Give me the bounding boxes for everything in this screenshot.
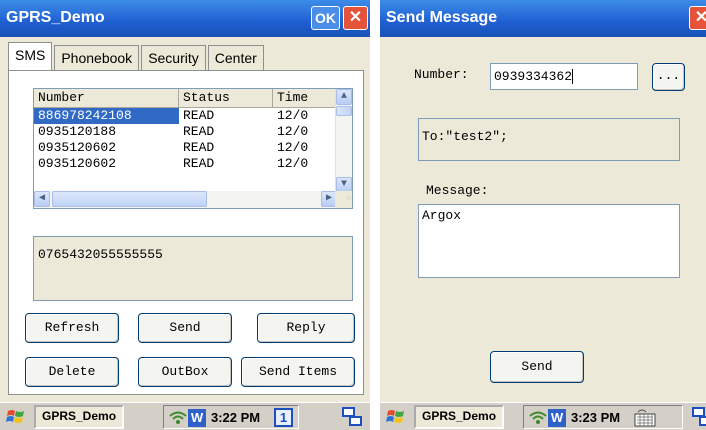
clock[interactable]: 3:23 PM: [571, 410, 620, 425]
cell-time: 12/0: [277, 156, 309, 171]
send-items-button[interactable]: Send Items: [241, 357, 355, 387]
cell-status: READ: [183, 124, 215, 139]
windows-flag-icon[interactable]: [386, 408, 406, 426]
vertical-scroll-thumb[interactable]: [336, 106, 352, 116]
list-header: Number Status Time: [34, 89, 337, 108]
cell-time: 12/0: [277, 108, 309, 123]
keyboard-icon[interactable]: [634, 408, 656, 427]
wifi-icon[interactable]: [529, 409, 547, 427]
clock[interactable]: 3:22 PM: [211, 410, 260, 425]
cell-status: READ: [183, 156, 215, 171]
scroll-left-icon[interactable]: ◀: [34, 191, 50, 207]
resize-grip-icon: ⁘: [335, 191, 352, 208]
recipient-field: To:"test2";: [418, 118, 680, 161]
title-bar: GPRS_Demo OK ✕: [0, 0, 370, 37]
horizontal-scrollbar[interactable]: ◀ ▶: [34, 191, 337, 208]
send-button[interactable]: Send: [490, 351, 584, 383]
horizontal-scroll-thumb[interactable]: [52, 191, 207, 207]
cell-status: READ: [183, 108, 215, 123]
taskbar: GPRS_Demo W 3:22 PM 1: [0, 402, 370, 430]
tab-security[interactable]: Security: [141, 45, 206, 71]
message-preview: 0765432055555555: [33, 236, 353, 301]
list-body: 886978242108 READ 12/0 0935120188 READ 1…: [34, 108, 337, 172]
sms-list[interactable]: Number Status Time 886978242108 READ 12/…: [33, 88, 353, 209]
desktop-switch-icon[interactable]: [342, 407, 364, 427]
table-row[interactable]: 0935120602 READ 12/0: [34, 140, 337, 156]
tab-center[interactable]: Center: [207, 45, 264, 71]
network-w-icon[interactable]: W: [188, 409, 206, 427]
cell-number: 886978242108: [34, 108, 179, 124]
sms-panel: Number Status Time 886978242108 READ 12/…: [8, 70, 364, 395]
refresh-button[interactable]: Refresh: [25, 313, 119, 343]
table-row[interactable]: 0935120602 READ 12/0: [34, 156, 337, 172]
column-status[interactable]: Status: [179, 89, 273, 108]
cell-status: READ: [183, 140, 215, 155]
close-button[interactable]: ✕: [689, 6, 706, 30]
taskbar-app-button[interactable]: GPRS_Demo: [34, 405, 125, 429]
scroll-up-icon[interactable]: ▲: [336, 89, 352, 105]
tab-phonebook[interactable]: Phonebook: [54, 45, 140, 71]
wifi-icon[interactable]: [169, 409, 187, 427]
system-tray: W 3:22 PM 1: [163, 405, 299, 429]
tab-strip: SMS Phonebook Security Center: [8, 42, 266, 71]
delete-button[interactable]: Delete: [25, 357, 119, 387]
browse-contacts-button[interactable]: ...: [652, 63, 685, 91]
tab-sms[interactable]: SMS: [8, 42, 53, 71]
table-row[interactable]: 0935120188 READ 12/0: [34, 124, 337, 140]
vertical-scrollbar[interactable]: ▲ ▼: [335, 89, 352, 193]
column-time[interactable]: Time: [273, 89, 337, 108]
windows-flag-icon[interactable]: [6, 408, 26, 426]
message-input[interactable]: Argox: [418, 204, 680, 278]
input-mode-indicator[interactable]: 1: [274, 408, 293, 427]
send-message-window: Send Message ✕ Number: 0939334362 ... To…: [380, 0, 706, 430]
window-title: GPRS_Demo: [6, 9, 105, 26]
number-field[interactable]: 0939334362: [490, 63, 638, 90]
cell-time: 12/0: [277, 124, 309, 139]
system-tray: W 3:23 PM: [523, 405, 683, 429]
title-bar: Send Message ✕: [380, 0, 706, 37]
desktop-switch-icon[interactable]: [692, 407, 706, 427]
taskbar-app-button[interactable]: GPRS_Demo: [414, 405, 505, 429]
text-cursor: [572, 69, 574, 85]
cell-number: 0935120188: [38, 124, 117, 139]
cell-time: 12/0: [277, 140, 309, 155]
number-value: 0939334362: [494, 69, 573, 84]
send-button[interactable]: Send: [138, 313, 232, 343]
reply-button[interactable]: Reply: [257, 313, 355, 343]
message-label: Message:: [426, 183, 489, 198]
outbox-button[interactable]: OutBox: [138, 357, 232, 387]
cell-number: 0935120602: [38, 156, 117, 171]
gprs-demo-window: GPRS_Demo OK ✕ SMS Phonebook Security Ce…: [0, 0, 370, 430]
close-button[interactable]: ✕: [343, 6, 368, 30]
network-w-icon[interactable]: W: [548, 409, 566, 427]
column-number[interactable]: Number: [34, 89, 179, 108]
taskbar: GPRS_Demo W 3:23 PM: [380, 402, 706, 430]
cell-number: 0935120602: [38, 140, 117, 155]
ok-button[interactable]: OK: [311, 6, 340, 30]
window-title: Send Message: [386, 9, 498, 26]
table-row[interactable]: 886978242108 READ 12/0: [34, 108, 337, 124]
number-label: Number:: [414, 67, 469, 82]
